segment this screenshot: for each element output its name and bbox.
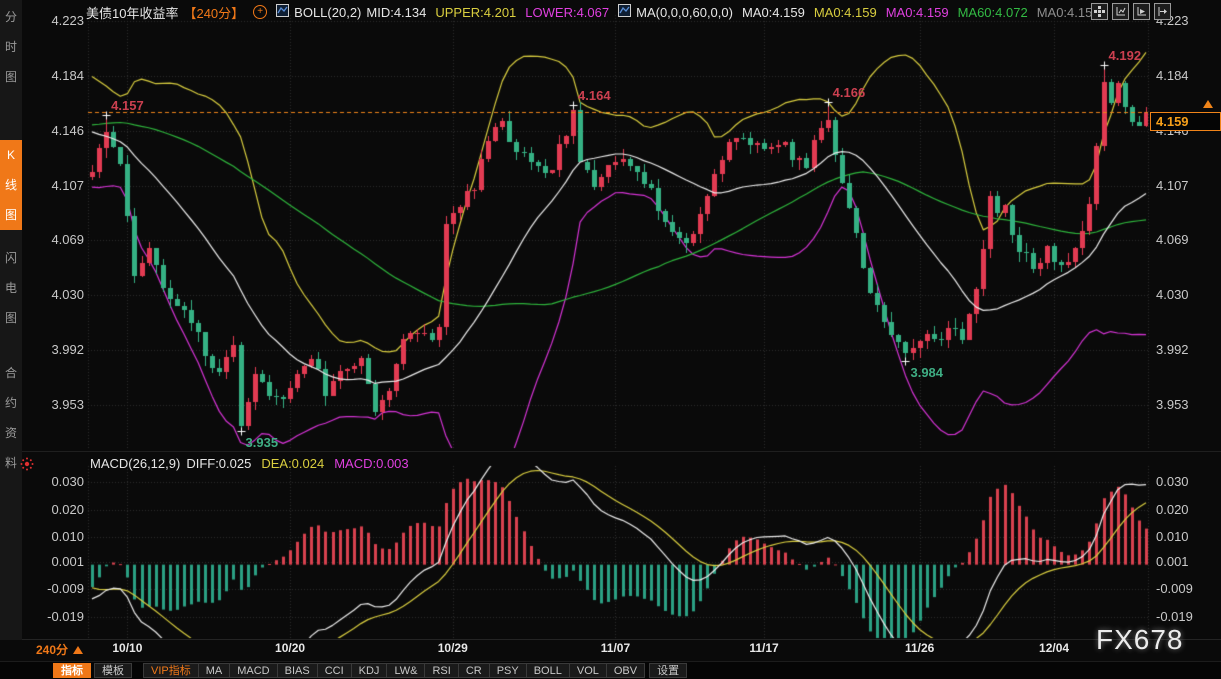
ma-value-4: MA60:4.072 — [958, 5, 1028, 20]
macd-header: MACD(26,12,9) DIFF:0.025 DEA:0.024 MACD:… — [90, 456, 409, 471]
toolbar-item-KDJ[interactable]: KDJ — [351, 663, 388, 678]
price-annotation: 3.935 — [246, 435, 279, 450]
toolbar-item-BOLL[interactable]: BOLL — [526, 663, 570, 678]
sidebar-tab-2[interactable]: K线图 — [0, 140, 22, 230]
page-title: 美债10年收益率 — [86, 3, 178, 22]
macd-axis-label-left: 0.030 — [24, 474, 84, 490]
add-indicator-icon[interactable]: + — [253, 5, 267, 19]
toolbar-item-VOL[interactable]: VOL — [569, 663, 607, 678]
price-annotation: 3.984 — [910, 365, 943, 380]
x-axis-date-label: 12/04 — [1026, 641, 1082, 655]
toolbar-item-MA[interactable]: MA — [198, 663, 231, 678]
price-axis-label-left: 4.223 — [24, 13, 84, 29]
current-price-tag: 4.159 — [1150, 112, 1221, 131]
macd-axis-label-right: 0.030 — [1156, 474, 1216, 490]
boll-name: BOLL(20,2) — [294, 5, 361, 20]
boll-mid-value: MID:4.134 — [366, 5, 426, 20]
boll-upper-value: UPPER:4.201 — [435, 5, 516, 20]
price-axis-label-left: 4.184 — [24, 68, 84, 84]
price-annotation: 4.192 — [1109, 48, 1142, 63]
axis-scale-icon[interactable] — [1112, 3, 1129, 20]
toolbar-item-BIAS[interactable]: BIAS — [277, 663, 318, 678]
toolbar-item-LW&[interactable]: LW& — [386, 663, 425, 678]
macd-axis-label-right: 0.020 — [1156, 502, 1216, 518]
macd-axis-label-left: -0.009 — [24, 581, 84, 597]
price-axis-label-right: 3.953 — [1156, 397, 1216, 413]
macd-name: MACD(26,12,9) — [90, 456, 180, 471]
price-axis-label-left: 4.107 — [24, 178, 84, 194]
macd-axis-label-left: 0.001 — [24, 554, 84, 570]
toolbar-item-PSY[interactable]: PSY — [489, 663, 527, 678]
price-up-arrow-icon — [1203, 100, 1213, 108]
ma-value-2: MA0:4.159 — [814, 5, 877, 20]
period-badge: 【240分】 — [183, 3, 244, 22]
price-axis-label-left: 4.146 — [24, 123, 84, 139]
axis-forward-icon[interactable] — [1133, 3, 1150, 20]
macd-indicator-icon[interactable] — [20, 457, 34, 476]
period-up-arrow-icon — [73, 646, 83, 654]
macd-diff-value: DIFF:0.025 — [186, 456, 251, 471]
toolbar: 指标模板 VIP指标MAMACDBIASCCIKDJLW&RSICRPSYBOLL… — [0, 661, 1221, 679]
toolbar-item-OBV[interactable]: OBV — [606, 663, 645, 678]
toolbar-item-CCI[interactable]: CCI — [317, 663, 352, 678]
macd-dea-value: DEA:0.024 — [261, 456, 324, 471]
chart-header: 美债10年收益率 【240分】 + BOLL(20,2) MID:4.134 U… — [86, 4, 1100, 20]
price-axis-label-right: 3.992 — [1156, 342, 1216, 358]
price-axis-label-left: 3.953 — [24, 397, 84, 413]
toolbar-item-设置[interactable]: 设置 — [649, 663, 687, 678]
x-axis-date-label: 11/07 — [587, 641, 643, 655]
toolbar-item-CR[interactable]: CR — [458, 663, 490, 678]
toolbar-item-VIP指标[interactable]: VIP指标 — [143, 663, 199, 678]
macd-axis-label-left: 0.020 — [24, 502, 84, 518]
x-axis-date-label: 10/20 — [262, 641, 318, 655]
macd-value: MACD:0.003 — [334, 456, 408, 471]
period-selector[interactable]: 240分 — [36, 641, 83, 658]
price-annotation: 4.164 — [578, 88, 611, 103]
macd-axis-label-right: 0.001 — [1156, 554, 1216, 570]
x-axis-date-label: 10/10 — [99, 641, 155, 655]
boll-chart-icon — [276, 4, 289, 20]
shift-right-icon[interactable] — [1154, 3, 1171, 20]
price-axis-label-right: 4.069 — [1156, 232, 1216, 248]
price-annotation: 4.166 — [833, 85, 866, 100]
watermark: FX678 — [1096, 624, 1184, 656]
x-axis-date-label: 11/17 — [736, 641, 792, 655]
macd-axis-label-right: -0.009 — [1156, 581, 1216, 597]
pan-tool-icon[interactable] — [1091, 3, 1108, 20]
toolbar-item-指标[interactable]: 指标 — [53, 663, 91, 678]
macd-axis-label-right: -0.019 — [1156, 609, 1216, 625]
macd-axis-label-left: 0.010 — [24, 529, 84, 545]
ma-name: MA(0,0,0,60,0,0) — [636, 5, 733, 20]
sidebar-tab-4[interactable]: 合约资料 — [0, 358, 22, 478]
sidebar: 分时图 K线图闪电图合约资料 — [0, 0, 22, 640]
sidebar-tab-1[interactable]: 分时图 — [0, 2, 22, 92]
price-axis-label-left: 4.030 — [24, 287, 84, 303]
toolbar-item-MACD[interactable]: MACD — [229, 663, 277, 678]
price-axis-label-right: 4.107 — [1156, 178, 1216, 194]
chart-tool-buttons — [1091, 3, 1171, 20]
chart-overlay: 4.2234.2234.1844.1844.1464.1464.1074.107… — [0, 0, 1221, 679]
x-axis-date-label: 11/26 — [892, 641, 948, 655]
app-window: 4.2234.2234.1844.1844.1464.1464.1074.107… — [0, 0, 1221, 679]
price-axis-label-right: 4.184 — [1156, 68, 1216, 84]
boll-lower-value: LOWER:4.067 — [525, 5, 609, 20]
price-axis-label-left: 3.992 — [24, 342, 84, 358]
price-axis-label-left: 4.069 — [24, 232, 84, 248]
macd-axis-label-right: 0.010 — [1156, 529, 1216, 545]
macd-axis-label-left: -0.019 — [24, 609, 84, 625]
ma-chart-icon — [618, 4, 631, 20]
x-axis-date-label: 10/29 — [425, 641, 481, 655]
ma-value-1: MA0:4.159 — [742, 5, 805, 20]
price-annotation: 4.157 — [111, 98, 144, 113]
sidebar-tab-3[interactable]: 闪电图 — [0, 243, 22, 333]
toolbar-item-模板[interactable]: 模板 — [94, 663, 132, 678]
ma-value-3: MA0:4.159 — [886, 5, 949, 20]
toolbar-item-RSI[interactable]: RSI — [424, 663, 458, 678]
period-label: 240分 — [36, 641, 68, 658]
price-axis-label-right: 4.030 — [1156, 287, 1216, 303]
